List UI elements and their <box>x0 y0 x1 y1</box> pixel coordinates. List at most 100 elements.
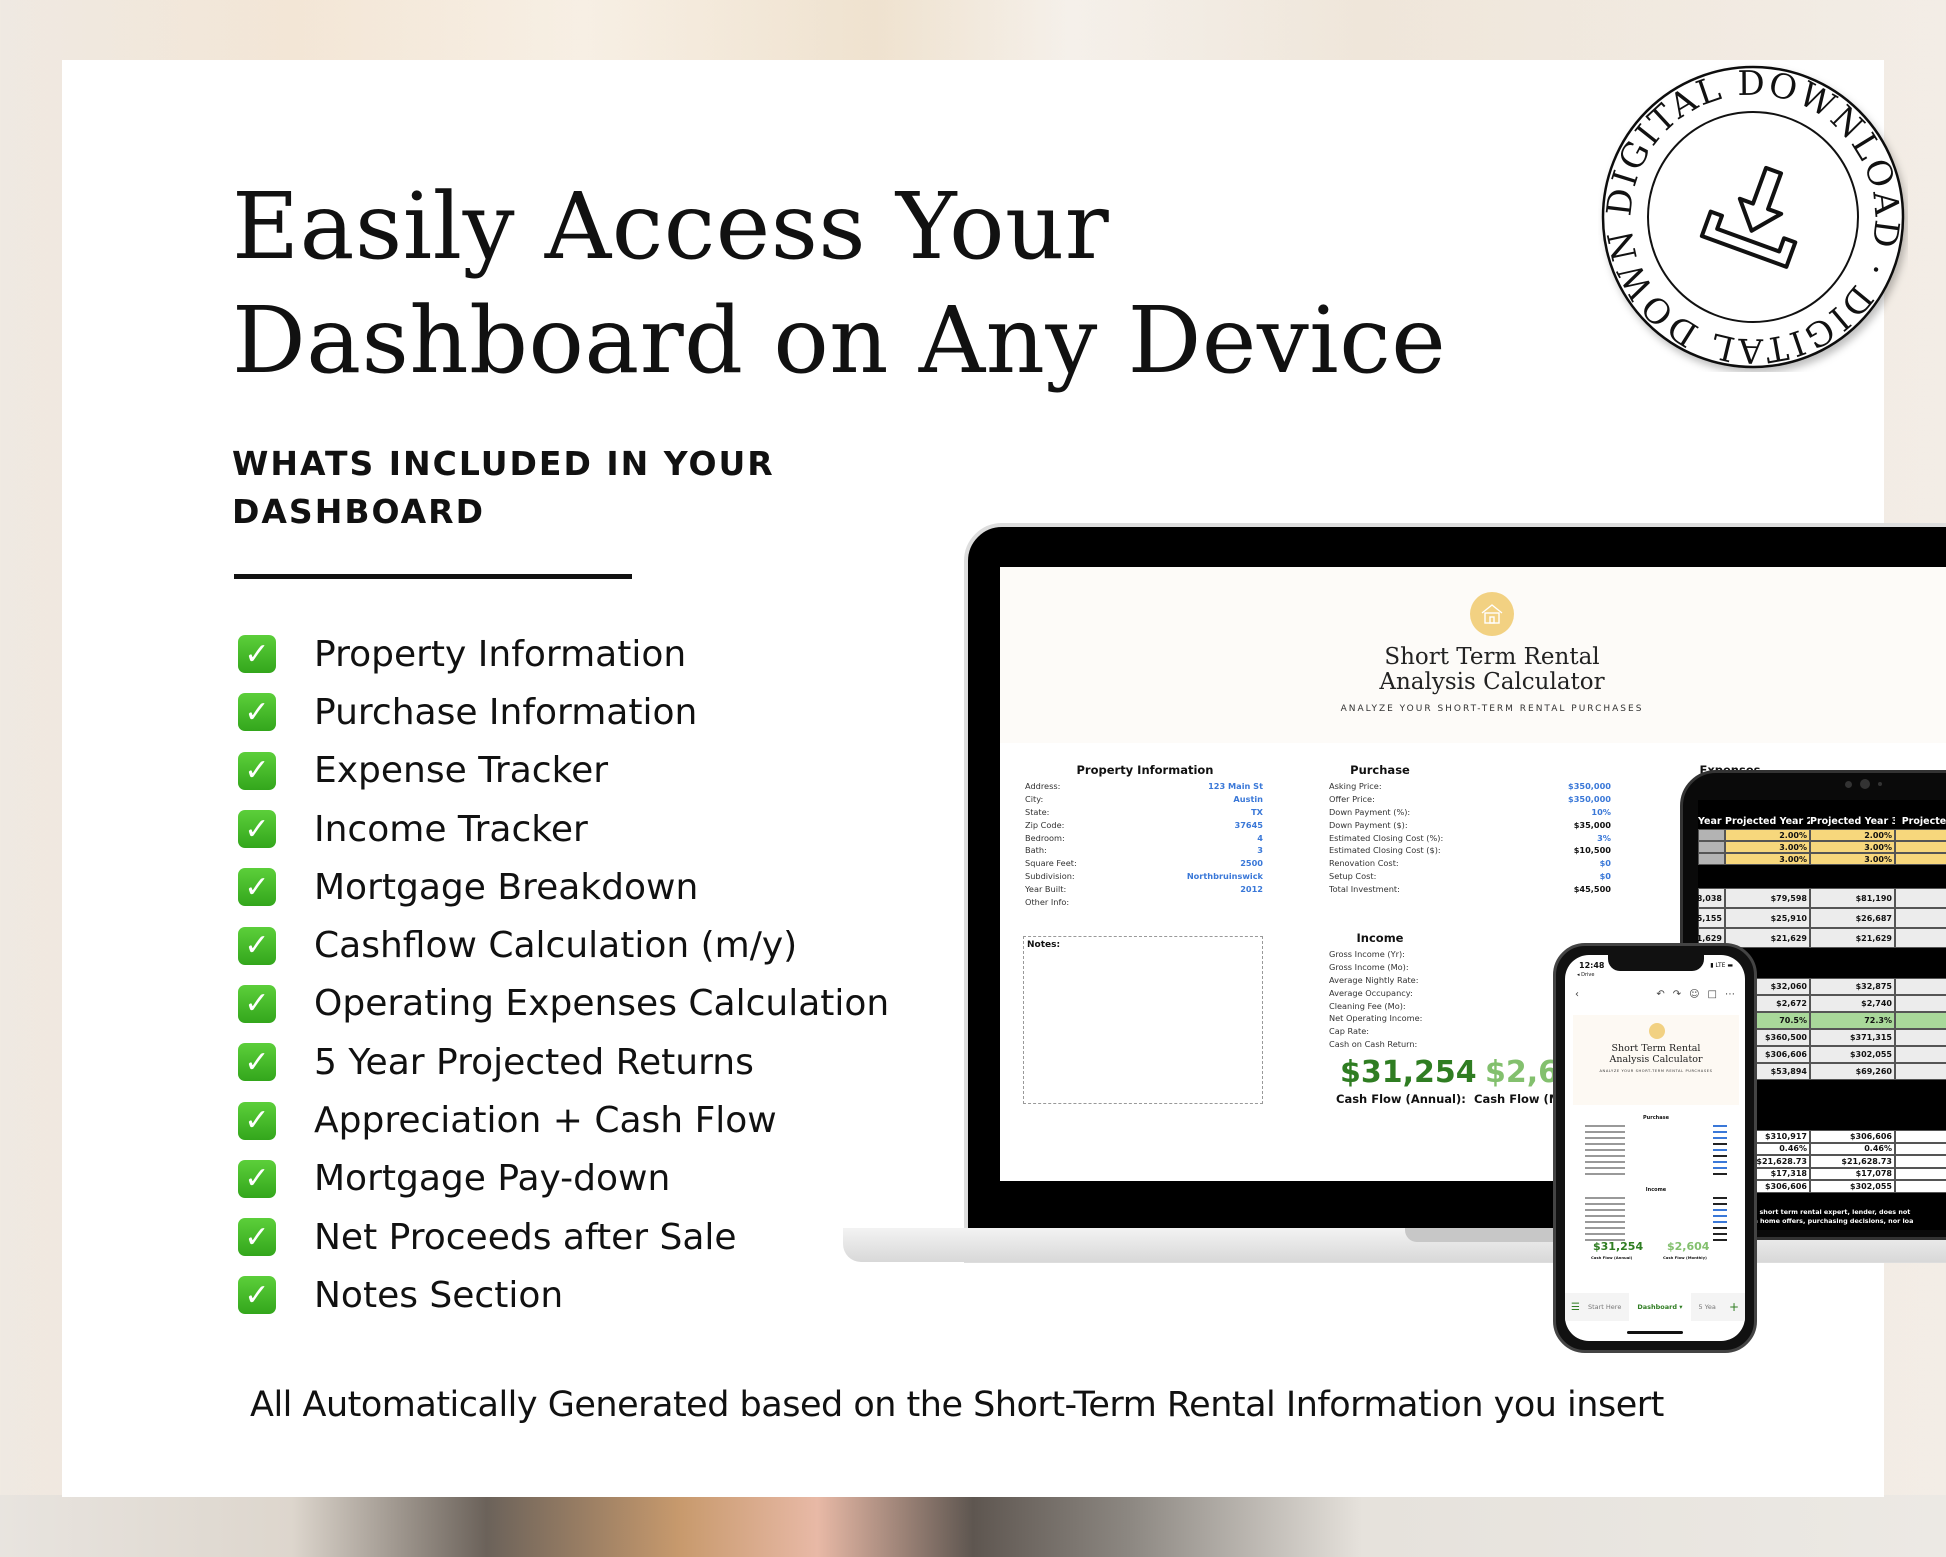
table-row: 3.00% 3.00% <box>1698 841 1946 853</box>
check-mark-icon: ✓ <box>238 1218 276 1257</box>
back-to-drive-link[interactable]: ◂ Drive <box>1577 972 1594 978</box>
mini-value <box>1713 1233 1727 1235</box>
income-projection-table: 78,038$79,598$81,19025,155$25,910$26,687… <box>1698 888 1946 948</box>
table-row: Estimated Closing Cost (%): 3% <box>1329 831 1611 844</box>
mini-value <box>1713 1221 1727 1223</box>
row-label: Other Info: <box>1025 896 1070 907</box>
projection-headers: Year 1:Projected Year 2:Projected Year 3… <box>1698 816 1946 830</box>
row-value[interactable]: 3% <box>1597 833 1611 843</box>
row-label: Net Operating Income: <box>1329 1013 1423 1024</box>
table-cell <box>1895 1155 1946 1168</box>
phone-sheet-header: Short Term Rental Analysis Calculator AN… <box>1573 1015 1739 1105</box>
row-label: Gross Income (Yr): <box>1329 949 1405 960</box>
feature-item: ✓ Income Tracker <box>238 800 889 858</box>
feature-label: Net Proceeds after Sale <box>314 1216 737 1258</box>
add-sheet-button[interactable]: + <box>1729 1300 1739 1314</box>
mini-label <box>1585 1221 1625 1223</box>
table-cell: 2.00% <box>1725 829 1810 841</box>
notes-box[interactable]: Notes: <box>1023 936 1263 1104</box>
table-cell: $21,628.73 <box>1810 1155 1895 1168</box>
mini-value <box>1713 1197 1727 1199</box>
row-value[interactable]: $0 <box>1600 871 1611 881</box>
mini-value <box>1713 1143 1727 1145</box>
purchase-table: Asking Price: $350,000 Offer Price: $350,00… <box>1329 780 1611 895</box>
row-label: Down Payment (%): <box>1329 806 1411 817</box>
row-value[interactable]: $350,000 <box>1568 781 1611 791</box>
table-cell <box>1895 1012 1946 1029</box>
mini-label <box>1585 1215 1625 1217</box>
row-value[interactable]: Northbruinswick <box>1187 871 1263 881</box>
table-cell: 3.00% <box>1725 841 1810 853</box>
included-subheading: WHATS INCLUDED IN YOUR DASHBOARD <box>232 444 775 531</box>
table-cell <box>1895 853 1946 865</box>
mini-value <box>1713 1203 1727 1205</box>
row-value[interactable]: 3 <box>1257 845 1263 855</box>
redo-icon[interactable]: ↷ <box>1673 989 1681 1000</box>
row-label: Offer Price: <box>1329 794 1375 805</box>
notes-label: Notes: <box>1027 940 1061 950</box>
check-mark-icon: ✓ <box>238 1159 276 1198</box>
row-value[interactable]: TX <box>1251 807 1263 817</box>
undo-icon[interactable]: ↶ <box>1656 989 1664 1000</box>
background-photo-bottom <box>0 1495 1946 1557</box>
check-mark-icon: ✓ <box>238 1101 276 1140</box>
feature-label: Expense Tracker <box>314 750 609 792</box>
battery-icon: ▬ <box>1727 962 1733 969</box>
phone-status-bar: ▮ LTE ▬ <box>1710 962 1733 969</box>
sheet-tab[interactable]: Start Here <box>1580 1293 1629 1321</box>
table-cell <box>1895 888 1946 908</box>
table-row: Bath: 3 <box>1025 844 1263 857</box>
sheet-tab[interactable]: 5 Yea <box>1691 1293 1724 1321</box>
table-cell <box>1895 1167 1946 1180</box>
row-value[interactable]: 10% <box>1591 807 1611 817</box>
feature-label: Property Information <box>314 633 687 675</box>
comment-icon[interactable]: □ <box>1708 989 1717 1000</box>
row-value[interactable]: 2500 <box>1240 858 1263 868</box>
table-row: Other Info: <box>1025 895 1263 908</box>
row-value[interactable]: 37645 <box>1235 820 1263 830</box>
phone-clock: 12:48 <box>1579 961 1605 970</box>
mini-value <box>1713 1155 1727 1157</box>
table-cell: $26,687 <box>1810 908 1895 928</box>
sheet-header: Short Term Rental Analysis Calculator AN… <box>1000 567 1946 743</box>
sheet-tab[interactable]: Dashboard ▾ <box>1629 1293 1691 1321</box>
row-value[interactable]: $0 <box>1600 858 1611 868</box>
check-mark-icon: ✓ <box>238 693 276 732</box>
row-value[interactable]: $350,000 <box>1568 794 1611 804</box>
phone-purchase-rows <box>1585 1123 1727 1177</box>
back-chevron-icon[interactable]: ‹ <box>1575 989 1579 1000</box>
table-row: Offer Price: $350,000 <box>1329 793 1611 806</box>
table-cell: $306,606 <box>1810 1130 1895 1143</box>
share-person-icon[interactable]: ☺ <box>1689 989 1699 1000</box>
feature-item: ✓ Cashflow Calculation (m/y) <box>238 916 889 974</box>
row-value[interactable]: 123 Main St <box>1208 781 1263 791</box>
phone-sheet-title: Short Term Rental Analysis Calculator <box>1573 1043 1739 1065</box>
cash-flow-annual-label: Cash Flow (Annual): <box>1336 1092 1466 1106</box>
feature-item: ✓ Mortgage Pay-down <box>238 1150 889 1208</box>
row-value[interactable]: 2012 <box>1240 884 1263 894</box>
phone-cash-flow-annual-label: Cash Flow (Annual) <box>1591 1255 1633 1260</box>
all-sheets-menu-icon[interactable]: ☰ <box>1565 1302 1580 1313</box>
phone-title-line-2: Analysis Calculator <box>1609 1054 1703 1065</box>
row-label: Zip Code: <box>1025 819 1065 830</box>
table-cell <box>1895 841 1946 853</box>
table-row: Bedroom: 4 <box>1025 831 1263 844</box>
row-value[interactable]: Austin <box>1233 794 1263 804</box>
more-options-icon[interactable]: ⋯ <box>1725 989 1735 1000</box>
table-cell <box>1895 1142 1946 1155</box>
divider-rule <box>234 574 632 579</box>
table-cell: $371,315 <box>1810 1029 1895 1046</box>
feature-item: ✓ Net Proceeds after Sale <box>238 1208 889 1266</box>
mini-label <box>1585 1167 1625 1169</box>
row-label: Total Investment: <box>1329 883 1400 894</box>
row-value[interactable]: 4 <box>1257 833 1263 843</box>
row-label: Setup Cost: <box>1329 870 1377 881</box>
table-cell: $81,190 <box>1810 888 1895 908</box>
table-cell <box>1895 908 1946 928</box>
mini-value <box>1713 1137 1727 1139</box>
feature-label: Mortgage Pay-down <box>314 1158 671 1200</box>
table-row: Total Investment: $45,500 <box>1329 882 1611 895</box>
headline-line-2: Dashboard on Any Device <box>232 287 1447 394</box>
income-title: Income <box>1356 931 1404 945</box>
mini-value <box>1713 1149 1727 1151</box>
